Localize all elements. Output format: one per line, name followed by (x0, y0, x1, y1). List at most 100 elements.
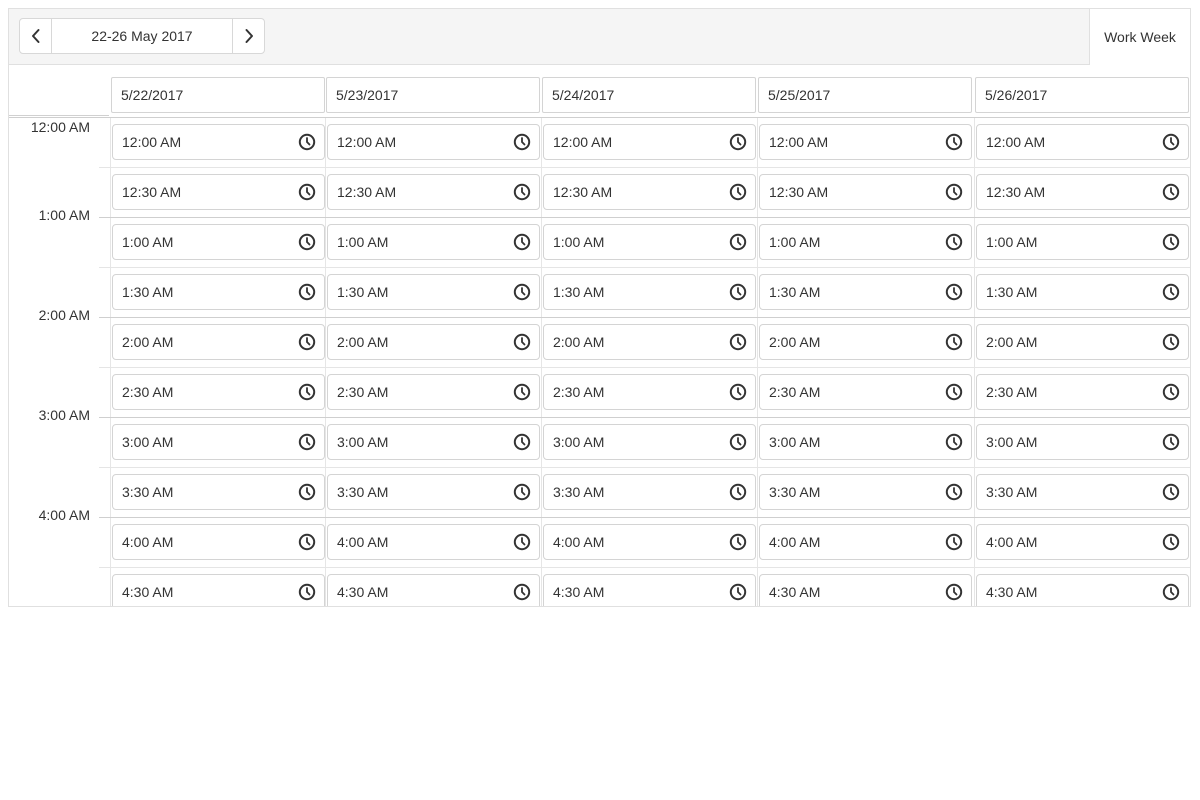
time-slot-picker[interactable]: 2:00 AM (112, 324, 325, 360)
time-slot-picker[interactable]: 1:00 AM (976, 224, 1189, 260)
time-slot-picker[interactable]: 12:00 AM (543, 124, 756, 160)
clock-icon[interactable] (729, 383, 747, 401)
clock-icon[interactable] (1162, 383, 1180, 401)
time-slot-picker[interactable]: 4:00 AM (976, 524, 1189, 560)
clock-icon[interactable] (729, 333, 747, 351)
time-slot-picker[interactable]: 4:30 AM (976, 574, 1189, 606)
clock-icon[interactable] (729, 133, 747, 151)
time-slot-picker[interactable]: 12:00 AM (112, 124, 325, 160)
clock-icon[interactable] (729, 183, 747, 201)
clock-icon[interactable] (513, 583, 531, 601)
clock-icon[interactable] (729, 533, 747, 551)
next-button[interactable] (232, 19, 264, 53)
clock-icon[interactable] (945, 383, 963, 401)
column-header[interactable]: 5/26/2017 (975, 77, 1189, 113)
time-slot-picker[interactable]: 4:00 AM (759, 524, 972, 560)
time-slot-picker[interactable]: 2:00 AM (976, 324, 1189, 360)
time-slot-picker[interactable]: 2:00 AM (327, 324, 540, 360)
time-slot-picker[interactable]: 4:00 AM (112, 524, 325, 560)
clock-icon[interactable] (298, 483, 316, 501)
clock-icon[interactable] (945, 333, 963, 351)
time-slot-picker[interactable]: 2:30 AM (327, 374, 540, 410)
time-slot-picker[interactable]: 1:00 AM (112, 224, 325, 260)
time-slot-picker[interactable]: 3:00 AM (112, 424, 325, 460)
view-work-week-button[interactable]: Work Week (1089, 9, 1190, 65)
time-slot-picker[interactable]: 4:30 AM (759, 574, 972, 606)
clock-icon[interactable] (513, 483, 531, 501)
clock-icon[interactable] (1162, 333, 1180, 351)
time-slot-picker[interactable]: 3:00 AM (327, 424, 540, 460)
clock-icon[interactable] (1162, 533, 1180, 551)
clock-icon[interactable] (729, 283, 747, 301)
time-slot-picker[interactable]: 1:00 AM (543, 224, 756, 260)
clock-icon[interactable] (729, 233, 747, 251)
clock-icon[interactable] (945, 133, 963, 151)
column-header[interactable]: 5/24/2017 (542, 77, 756, 113)
clock-icon[interactable] (513, 133, 531, 151)
time-slot-picker[interactable]: 3:30 AM (543, 474, 756, 510)
date-range-label[interactable]: 22-26 May 2017 (52, 19, 232, 53)
clock-icon[interactable] (513, 433, 531, 451)
time-slot-picker[interactable]: 1:30 AM (759, 274, 972, 310)
time-slot-picker[interactable]: 12:30 AM (112, 174, 325, 210)
time-slot-picker[interactable]: 4:00 AM (543, 524, 756, 560)
clock-icon[interactable] (513, 533, 531, 551)
time-slot-picker[interactable]: 12:30 AM (327, 174, 540, 210)
time-slot-picker[interactable]: 2:30 AM (112, 374, 325, 410)
clock-icon[interactable] (298, 183, 316, 201)
time-slot-picker[interactable]: 12:00 AM (327, 124, 540, 160)
time-slot-picker[interactable]: 4:30 AM (543, 574, 756, 606)
time-slot-picker[interactable]: 4:30 AM (112, 574, 325, 606)
time-slot-picker[interactable]: 12:00 AM (976, 124, 1189, 160)
time-slot-picker[interactable]: 2:30 AM (759, 374, 972, 410)
clock-icon[interactable] (1162, 233, 1180, 251)
clock-icon[interactable] (513, 183, 531, 201)
clock-icon[interactable] (298, 283, 316, 301)
clock-icon[interactable] (513, 283, 531, 301)
clock-icon[interactable] (1162, 583, 1180, 601)
time-slot-picker[interactable]: 2:30 AM (976, 374, 1189, 410)
time-slot-picker[interactable]: 12:30 AM (759, 174, 972, 210)
clock-icon[interactable] (1162, 483, 1180, 501)
time-slot-picker[interactable]: 12:30 AM (976, 174, 1189, 210)
clock-icon[interactable] (298, 533, 316, 551)
clock-icon[interactable] (729, 583, 747, 601)
time-slot-picker[interactable]: 2:00 AM (759, 324, 972, 360)
time-slot-picker[interactable]: 2:30 AM (543, 374, 756, 410)
clock-icon[interactable] (298, 233, 316, 251)
clock-icon[interactable] (1162, 133, 1180, 151)
clock-icon[interactable] (298, 133, 316, 151)
clock-icon[interactable] (513, 333, 531, 351)
time-slot-picker[interactable]: 1:30 AM (543, 274, 756, 310)
time-slot-picker[interactable]: 2:00 AM (543, 324, 756, 360)
clock-icon[interactable] (945, 283, 963, 301)
clock-icon[interactable] (729, 483, 747, 501)
column-header[interactable]: 5/25/2017 (758, 77, 972, 113)
time-slot-picker[interactable]: 3:30 AM (112, 474, 325, 510)
clock-icon[interactable] (945, 483, 963, 501)
column-header[interactable]: 5/22/2017 (111, 77, 325, 113)
clock-icon[interactable] (298, 433, 316, 451)
clock-icon[interactable] (945, 433, 963, 451)
time-slot-picker[interactable]: 3:30 AM (327, 474, 540, 510)
clock-icon[interactable] (513, 233, 531, 251)
time-slot-picker[interactable]: 3:30 AM (976, 474, 1189, 510)
time-slot-picker[interactable]: 12:30 AM (543, 174, 756, 210)
clock-icon[interactable] (945, 233, 963, 251)
clock-icon[interactable] (729, 433, 747, 451)
clock-icon[interactable] (298, 333, 316, 351)
time-slot-picker[interactable]: 1:30 AM (112, 274, 325, 310)
clock-icon[interactable] (945, 183, 963, 201)
time-slot-picker[interactable]: 3:00 AM (543, 424, 756, 460)
clock-icon[interactable] (1162, 433, 1180, 451)
clock-icon[interactable] (1162, 183, 1180, 201)
clock-icon[interactable] (945, 583, 963, 601)
time-slot-picker[interactable]: 1:30 AM (327, 274, 540, 310)
time-slot-picker[interactable]: 12:00 AM (759, 124, 972, 160)
time-slot-picker[interactable]: 4:00 AM (327, 524, 540, 560)
time-slot-picker[interactable]: 4:30 AM (327, 574, 540, 606)
clock-icon[interactable] (945, 533, 963, 551)
clock-icon[interactable] (298, 383, 316, 401)
time-slot-picker[interactable]: 1:30 AM (976, 274, 1189, 310)
clock-icon[interactable] (298, 583, 316, 601)
